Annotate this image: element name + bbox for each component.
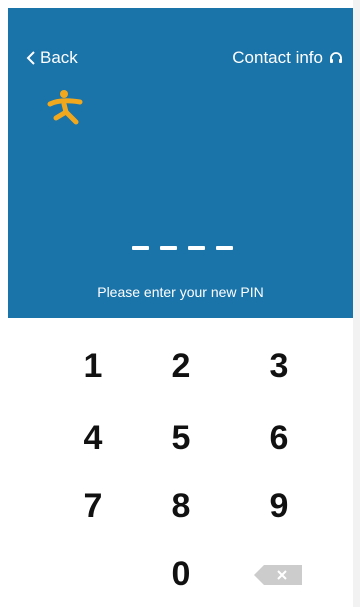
key-3[interactable]: 3	[244, 338, 314, 394]
key-0[interactable]: 0	[146, 546, 216, 602]
key-8[interactable]: 8	[146, 478, 216, 534]
chevron-left-icon	[26, 51, 35, 65]
key-6[interactable]: 6	[244, 410, 314, 466]
key-2[interactable]: 2	[146, 338, 216, 394]
key-4[interactable]: 4	[58, 410, 128, 466]
numeric-keypad: 1 2 3 4 5 6 7 8 9 0	[8, 318, 353, 607]
running-person-logo	[47, 90, 83, 125]
pin-dash	[188, 246, 205, 250]
pin-prompt: Please enter your new PIN	[97, 284, 264, 300]
back-button[interactable]: Back	[26, 48, 78, 68]
key-7[interactable]: 7	[58, 478, 128, 534]
delete-key[interactable]	[248, 550, 308, 600]
pin-dash	[216, 246, 233, 250]
back-label: Back	[40, 48, 78, 67]
scroll-edge	[353, 0, 360, 607]
pin-indicator	[132, 246, 233, 250]
backspace-icon	[254, 565, 302, 585]
contact-label: Contact info	[232, 48, 323, 67]
contact-info-button[interactable]: Contact info	[232, 48, 343, 68]
pin-screen: Back Contact info Please enter your new …	[8, 8, 353, 607]
pin-dash	[132, 246, 149, 250]
header: Back Contact info Please enter your new …	[8, 8, 353, 318]
key-9[interactable]: 9	[244, 478, 314, 534]
key-1[interactable]: 1	[58, 338, 128, 394]
key-5[interactable]: 5	[146, 410, 216, 466]
headset-icon	[330, 52, 342, 63]
pin-dash	[160, 246, 177, 250]
